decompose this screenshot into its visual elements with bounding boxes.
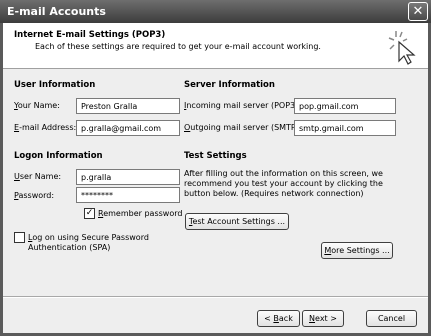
outgoing-server-label: Outgoing mail server (SMTP): xyxy=(184,123,302,132)
logon-info-heading: Logon Information xyxy=(14,151,103,161)
user-info-heading: User Information xyxy=(14,80,96,90)
dialog-body: Internet E-mail Settings (POP3) Each of … xyxy=(3,23,428,333)
header-title: Internet E-mail Settings (POP3) xyxy=(14,30,166,40)
incoming-server-label: Incoming mail server (POP3): xyxy=(184,101,301,110)
test-settings-text: After filling out the information on thi… xyxy=(184,169,383,198)
your-name-label: Your Name: xyxy=(14,101,60,110)
cancel-button[interactable]: Cancel xyxy=(366,310,417,327)
incoming-server-field[interactable]: pop.gmail.com xyxy=(294,98,396,114)
back-button[interactable]: < Back xyxy=(257,310,300,327)
remember-password-label: Remember password xyxy=(98,209,183,218)
password-field[interactable]: ******** xyxy=(76,187,180,203)
email-accounts-window: E-mail Accounts ✕ Internet E-mail Settin… xyxy=(0,0,431,336)
spa-label: Log on using Secure Password xyxy=(28,233,149,242)
spa-label-line2: Authentication (SPA) xyxy=(28,243,111,252)
title-bar: E-mail Accounts ✕ xyxy=(0,0,431,23)
spa-checkbox[interactable] xyxy=(14,232,25,243)
server-info-heading: Server Information xyxy=(184,80,275,90)
window-title: E-mail Accounts xyxy=(7,5,106,18)
outgoing-server-field[interactable]: smtp.gmail.com xyxy=(294,120,396,136)
your-name-field[interactable]: Preston Gralla xyxy=(76,98,180,114)
remember-password-checkbox[interactable]: ✓ xyxy=(84,208,95,219)
cursor-sparkle-icon xyxy=(388,31,416,65)
footer-divider xyxy=(3,296,428,298)
email-address-label: E-mail Address: xyxy=(14,123,77,132)
user-name-label: User Name: xyxy=(14,172,62,181)
test-settings-heading: Test Settings xyxy=(184,151,247,161)
test-account-settings-button[interactable]: Test Account Settings ... xyxy=(185,213,289,230)
close-button[interactable]: ✕ xyxy=(408,2,428,21)
user-name-field[interactable]: p.gralla xyxy=(76,169,180,185)
header-subtitle: Each of these settings are required to g… xyxy=(35,42,321,51)
email-address-field[interactable]: p.gralla@gmail.com xyxy=(76,120,180,136)
next-button[interactable]: Next > xyxy=(302,310,344,327)
more-settings-button[interactable]: More Settings ... xyxy=(321,242,393,259)
dialog-header: Internet E-mail Settings (POP3) Each of … xyxy=(3,23,428,69)
password-label: Password: xyxy=(14,191,55,200)
